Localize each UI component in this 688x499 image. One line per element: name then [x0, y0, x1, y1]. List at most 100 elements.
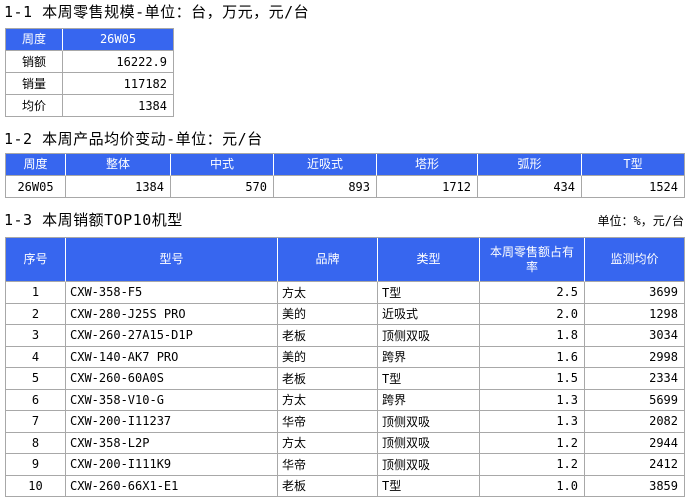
- brand-cell: 方太: [278, 389, 378, 411]
- t3-col-header-brand: 品牌: [278, 238, 378, 282]
- t2-col-header: 整体: [66, 154, 171, 176]
- model-cell: CXW-200-I111K9: [66, 454, 278, 476]
- table-row: 均价 1384: [6, 95, 174, 117]
- table-row: 4 CXW-140-AK7 PRO 美的 跨界 1.6 2998: [6, 346, 685, 368]
- t2-col-header: 弧形: [478, 154, 582, 176]
- brand-cell: 方太: [278, 432, 378, 454]
- rank-cell: 6: [6, 389, 66, 411]
- t2-col-header: 塔形: [377, 154, 478, 176]
- type-cell: T型: [378, 475, 480, 497]
- price-cell: 3859: [585, 475, 685, 497]
- table-row: 8 CXW-358-L2P 方太 顶侧双吸 1.2 2944: [6, 432, 685, 454]
- table-header-row: 周度 整体 中式 近吸式 塔形 弧形 T型: [6, 154, 685, 176]
- t1-col-header-week: 周度: [6, 29, 63, 51]
- rank-cell: 9: [6, 454, 66, 476]
- table-header-row: 周度 26W05: [6, 29, 174, 51]
- week-cell: 26W05: [6, 176, 66, 198]
- model-cell: CXW-358-L2P: [66, 432, 278, 454]
- table-row: 2 CXW-280-J25S PRO 美的 近吸式 2.0 1298: [6, 303, 685, 325]
- t3-col-header-type: 类型: [378, 238, 480, 282]
- brand-cell: 华帝: [278, 411, 378, 433]
- model-cell: CXW-260-60A0S: [66, 368, 278, 390]
- t3-col-header-rank: 序号: [6, 238, 66, 282]
- model-cell: CXW-358-V10-G: [66, 389, 278, 411]
- type-cell: 跨界: [378, 389, 480, 411]
- top10-models-table: 序号 型号 品牌 类型 本周零售额占有率 监测均价 1 CXW-358-F5 方…: [5, 237, 685, 497]
- rank-cell: 4: [6, 346, 66, 368]
- section1-title: 1-1 本周零售规模-单位：台，万元，元/台: [4, 3, 310, 21]
- share-cell: 1.6: [480, 346, 585, 368]
- type-cell: 近吸式: [378, 303, 480, 325]
- type-cell: 顶侧双吸: [378, 411, 480, 433]
- model-cell: CXW-260-66X1-E1: [66, 475, 278, 497]
- t2-col-header: 周度: [6, 154, 66, 176]
- table-row: 26W05 1384 570 893 1712 434 1524: [6, 176, 685, 198]
- table-row: 3 CXW-260-27A15-D1P 老板 顶侧双吸 1.8 3034: [6, 325, 685, 347]
- table-row: 1 CXW-358-F5 方太 T型 2.5 3699: [6, 282, 685, 304]
- metric-value: 16222.9: [63, 51, 174, 73]
- rank-cell: 3: [6, 325, 66, 347]
- rank-cell: 7: [6, 411, 66, 433]
- type-cell: T型: [378, 368, 480, 390]
- share-cell: 1.5: [480, 368, 585, 390]
- price-cell: 2944: [585, 432, 685, 454]
- price-cell: 1384: [66, 176, 171, 198]
- rank-cell: 5: [6, 368, 66, 390]
- model-cell: CXW-140-AK7 PRO: [66, 346, 278, 368]
- table-row: 10 CXW-260-66X1-E1 老板 T型 1.0 3859: [6, 475, 685, 497]
- price-cell: 3034: [585, 325, 685, 347]
- brand-cell: 老板: [278, 368, 378, 390]
- price-cell: 1712: [377, 176, 478, 198]
- brand-cell: 华帝: [278, 454, 378, 476]
- price-cell: 893: [274, 176, 377, 198]
- price-cell: 2082: [585, 411, 685, 433]
- type-cell: 顶侧双吸: [378, 325, 480, 347]
- t2-col-header: 近吸式: [274, 154, 377, 176]
- metric-label: 销额: [6, 51, 63, 73]
- rank-cell: 8: [6, 432, 66, 454]
- avg-price-change-table: 周度 整体 中式 近吸式 塔形 弧形 T型 26W05 1384 570 893…: [5, 153, 685, 198]
- metric-label: 均价: [6, 95, 63, 117]
- brand-cell: 方太: [278, 282, 378, 304]
- model-cell: CXW-358-F5: [66, 282, 278, 304]
- rank-cell: 10: [6, 475, 66, 497]
- section2-title: 1-2 本周产品均价变动-单位：元/台: [4, 130, 263, 148]
- price-cell: 2334: [585, 368, 685, 390]
- table-row: 销量 117182: [6, 73, 174, 95]
- t3-col-header-share: 本周零售额占有率: [480, 238, 585, 282]
- price-cell: 1298: [585, 303, 685, 325]
- share-cell: 2.0: [480, 303, 585, 325]
- share-cell: 1.3: [480, 389, 585, 411]
- price-cell: 2998: [585, 346, 685, 368]
- share-cell: 1.0: [480, 475, 585, 497]
- metric-value: 117182: [63, 73, 174, 95]
- price-cell: 570: [171, 176, 274, 198]
- unit-note: 单位：%，元/台: [597, 214, 684, 228]
- model-cell: CXW-280-J25S PRO: [66, 303, 278, 325]
- type-cell: 顶侧双吸: [378, 454, 480, 476]
- rank-cell: 2: [6, 303, 66, 325]
- metric-value: 1384: [63, 95, 174, 117]
- price-cell: 3699: [585, 282, 685, 304]
- t2-col-header: T型: [582, 154, 685, 176]
- price-cell: 1524: [582, 176, 685, 198]
- brand-cell: 老板: [278, 325, 378, 347]
- table-row: 7 CXW-200-I11237 华帝 顶侧双吸 1.3 2082: [6, 411, 685, 433]
- t3-col-header-price: 监测均价: [585, 238, 685, 282]
- share-cell: 1.2: [480, 432, 585, 454]
- share-cell: 2.5: [480, 282, 585, 304]
- share-cell: 1.8: [480, 325, 585, 347]
- model-cell: CXW-200-I11237: [66, 411, 278, 433]
- type-cell: 顶侧双吸: [378, 432, 480, 454]
- table-row: 销额 16222.9: [6, 51, 174, 73]
- weekly-retail-scale-table: 周度 26W05 销额 16222.9 销量 117182 均价 1384: [5, 28, 174, 117]
- model-cell: CXW-260-27A15-D1P: [66, 325, 278, 347]
- t1-col-header-value: 26W05: [63, 29, 174, 51]
- type-cell: 跨界: [378, 346, 480, 368]
- price-cell: 2412: [585, 454, 685, 476]
- table-row: 6 CXW-358-V10-G 方太 跨界 1.3 5699: [6, 389, 685, 411]
- table-header-row: 序号 型号 品牌 类型 本周零售额占有率 监测均价: [6, 238, 685, 282]
- share-cell: 1.3: [480, 411, 585, 433]
- t2-col-header: 中式: [171, 154, 274, 176]
- type-cell: T型: [378, 282, 480, 304]
